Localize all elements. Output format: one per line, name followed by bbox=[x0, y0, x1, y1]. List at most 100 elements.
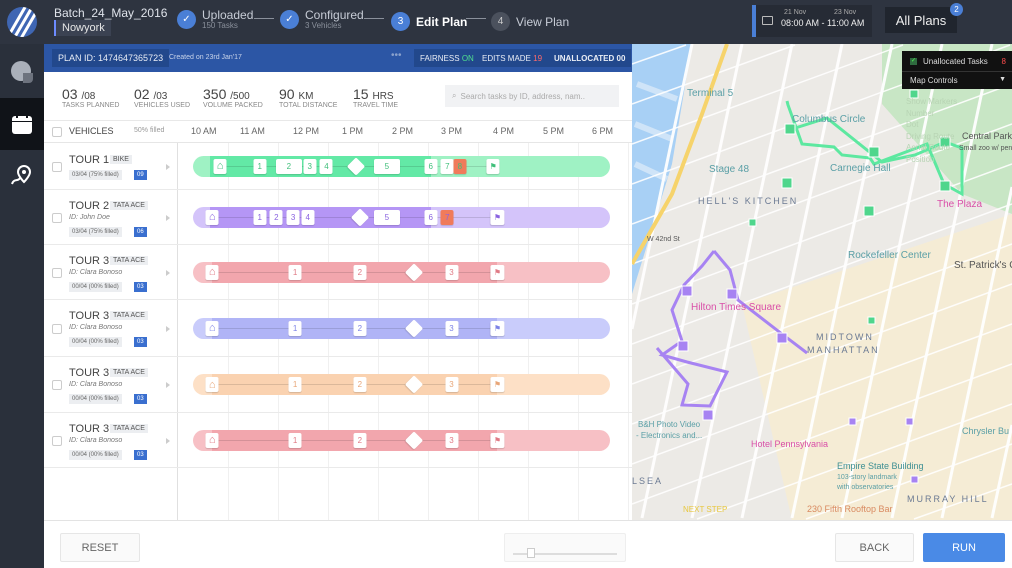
task-marker[interactable]: 1 bbox=[253, 158, 267, 174]
step-view-plan[interactable]: 4 View Plan bbox=[491, 12, 569, 31]
step-uploaded[interactable]: ✓ Uploaded 150 Tasks bbox=[177, 9, 253, 30]
map-control-option[interactable]: Aerial Route bbox=[906, 142, 957, 154]
app-logo[interactable] bbox=[7, 7, 37, 37]
tour-row[interactable]: TOUR 1 BIKE 03/04 (75% filled) 09 ⌂ 1 2 3 4 5… bbox=[44, 143, 632, 190]
tour-timeline-bar[interactable]: ⌂ 1 2 3 4 5 6 7 ⚑ bbox=[193, 206, 610, 228]
tour-row[interactable]: TOUR 3 TATA ACE ID: Clara Bonoso 00/04 (… bbox=[44, 413, 632, 468]
home-depot-icon[interactable]: ⌂ bbox=[205, 377, 219, 392]
home-depot-icon[interactable]: ⌂ bbox=[205, 264, 219, 280]
expand-arrow-icon[interactable] bbox=[166, 163, 170, 170]
step-edit-plan[interactable]: 3 Edit Plan bbox=[391, 12, 467, 31]
expand-arrow-icon[interactable] bbox=[166, 214, 170, 221]
task-marker[interactable]: 3 bbox=[445, 320, 459, 336]
zoom-slider[interactable] bbox=[504, 533, 626, 562]
tour-timeline-bar[interactable]: ⌂ 1 2 3 ⚑ bbox=[193, 429, 610, 451]
tour-row[interactable]: TOUR 3 TATA ACE ID: Clara Bonoso 00/04 (… bbox=[44, 300, 632, 357]
unallocated-count[interactable]: UNALLOCATED 00 bbox=[548, 49, 632, 67]
task-marker[interactable]: 3 bbox=[445, 432, 459, 448]
task-marker[interactable]: 1 bbox=[288, 264, 302, 280]
select-all-checkbox[interactable] bbox=[52, 127, 62, 137]
task-marker-alert[interactable]: 7 bbox=[440, 209, 454, 225]
tour-checkbox[interactable] bbox=[52, 323, 62, 334]
task-marker[interactable]: 3 bbox=[303, 158, 317, 174]
task-marker[interactable]: 2 bbox=[275, 158, 302, 174]
task-marker[interactable]: 1 bbox=[288, 377, 302, 392]
task-marker-alert[interactable]: 8 bbox=[453, 158, 467, 174]
task-marker[interactable]: 5 bbox=[373, 158, 400, 174]
task-marker[interactable]: 3 bbox=[445, 377, 459, 392]
task-marker[interactable]: 1 bbox=[288, 320, 302, 336]
tour-row[interactable]: TOUR 3 TATA ACE ID: Clara Bonoso 00/04 (… bbox=[44, 245, 632, 300]
task-marker[interactable]: 3 bbox=[286, 209, 300, 225]
end-flag-icon[interactable]: ⚑ bbox=[490, 320, 504, 336]
tour-checkbox[interactable] bbox=[52, 435, 62, 446]
task-marker[interactable]: 2 bbox=[353, 320, 367, 336]
task-marker[interactable]: 4 bbox=[319, 158, 333, 174]
sidebar-item-routes[interactable] bbox=[0, 150, 44, 202]
end-flag-icon[interactable]: ⚑ bbox=[490, 432, 504, 448]
tour-checkbox[interactable] bbox=[52, 161, 62, 172]
home-depot-icon[interactable]: ⌂ bbox=[205, 432, 219, 448]
end-flag-icon[interactable]: ⚑ bbox=[490, 209, 504, 225]
home-depot-icon[interactable]: ⌂ bbox=[213, 158, 227, 174]
task-marker[interactable]: 5 bbox=[373, 209, 400, 225]
task-marker[interactable]: 2 bbox=[353, 377, 367, 392]
task-marker[interactable]: 3 bbox=[445, 264, 459, 280]
map-control-option[interactable]: Number bbox=[906, 108, 957, 120]
expand-arrow-icon[interactable] bbox=[166, 269, 170, 276]
end-flag-icon[interactable]: ⚑ bbox=[486, 158, 500, 174]
task-marker[interactable]: 6 bbox=[424, 158, 438, 174]
home-depot-icon[interactable]: ⌂ bbox=[205, 320, 219, 336]
tour-timeline-bar[interactable]: ⌂ 1 2 3 ⚑ bbox=[193, 317, 610, 339]
back-button[interactable]: BACK bbox=[835, 533, 914, 562]
tour-timeline-bar[interactable]: ⌂ 1 2 3 ⚑ bbox=[193, 374, 610, 395]
more-options-icon[interactable]: ••• bbox=[391, 50, 402, 61]
slider-thumb[interactable] bbox=[527, 548, 535, 558]
capacity-filled: 00/04 (00% filled) bbox=[69, 282, 122, 292]
task-marker[interactable]: 1 bbox=[288, 432, 302, 448]
map-controls-dropdown[interactable]: Map Controls ▼ bbox=[902, 71, 1012, 89]
stat-vehicles-used: 02 /03 VEHICLES USED bbox=[134, 86, 190, 109]
tour-checkbox[interactable] bbox=[52, 267, 62, 278]
step-label: Edit Plan bbox=[416, 14, 468, 29]
reset-button[interactable]: RESET bbox=[60, 533, 140, 562]
date-range-picker[interactable]: 21 Nov 23 Nov 08:00 AM - 11:00 AM bbox=[752, 5, 872, 37]
step-label: Configured bbox=[305, 8, 364, 22]
task-marker[interactable]: 2 bbox=[269, 209, 283, 225]
run-button[interactable]: RUN bbox=[923, 533, 1005, 562]
step-configured[interactable]: ✓ Configured 3 Vehicles bbox=[280, 9, 364, 30]
task-count-badge: 06 bbox=[134, 227, 147, 237]
map-control-option[interactable]: Dot bbox=[906, 119, 957, 131]
sidebar-item-analytics[interactable] bbox=[0, 46, 44, 98]
tour-checkbox[interactable] bbox=[52, 212, 62, 223]
sidebar-item-schedule[interactable] bbox=[0, 98, 44, 150]
tour-checkbox[interactable] bbox=[52, 380, 62, 390]
task-marker[interactable]: 7 bbox=[440, 158, 454, 174]
expand-arrow-icon[interactable] bbox=[166, 382, 170, 388]
home-depot-icon[interactable]: ⌂ bbox=[205, 209, 219, 225]
tour-row[interactable]: TOUR 3 TATA ACE ID: Clara Bonoso 00/04 (… bbox=[44, 357, 632, 413]
task-marker[interactable]: 2 bbox=[353, 264, 367, 280]
expand-arrow-icon[interactable] bbox=[166, 325, 170, 332]
edits-label: EDITS MADE bbox=[482, 53, 531, 63]
task-marker[interactable]: 6 bbox=[424, 209, 438, 225]
task-marker[interactable]: 1 bbox=[253, 209, 267, 225]
task-marker[interactable]: 4 bbox=[301, 209, 315, 225]
map-control-option[interactable]: Show Markers bbox=[906, 96, 957, 108]
all-plans-button[interactable]: All Plans bbox=[885, 7, 957, 33]
fairness-toggle[interactable]: FAIRNESS ON bbox=[414, 49, 480, 67]
task-marker[interactable]: 2 bbox=[353, 432, 367, 448]
map-control-option[interactable]: Driving Route bbox=[906, 131, 957, 143]
end-flag-icon[interactable]: ⚑ bbox=[490, 264, 504, 280]
tour-row[interactable]: TOUR 2 TATA ACE ID: John Doe 03/04 (75% … bbox=[44, 190, 632, 245]
expand-arrow-icon[interactable] bbox=[166, 437, 170, 444]
unallocated-tasks-toggle[interactable]: ✓ Unallocated Tasks bbox=[910, 57, 988, 66]
fairness-value: ON bbox=[461, 53, 474, 63]
tour-name: TOUR 3 bbox=[69, 423, 110, 435]
map-place-label: Hilton Times Square bbox=[691, 302, 781, 313]
tour-timeline-bar[interactable]: ⌂ 1 2 3 ⚑ bbox=[193, 261, 610, 283]
map-control-option[interactable]: Position bbox=[906, 154, 957, 166]
tour-timeline-bar[interactable]: ⌂ 1 2 3 4 5 6 7 8 ⚑ bbox=[193, 155, 610, 177]
end-flag-icon[interactable]: ⚑ bbox=[490, 377, 504, 392]
task-search-input[interactable]: ⌕ Search tasks by ID, address, nam.. bbox=[445, 85, 619, 107]
